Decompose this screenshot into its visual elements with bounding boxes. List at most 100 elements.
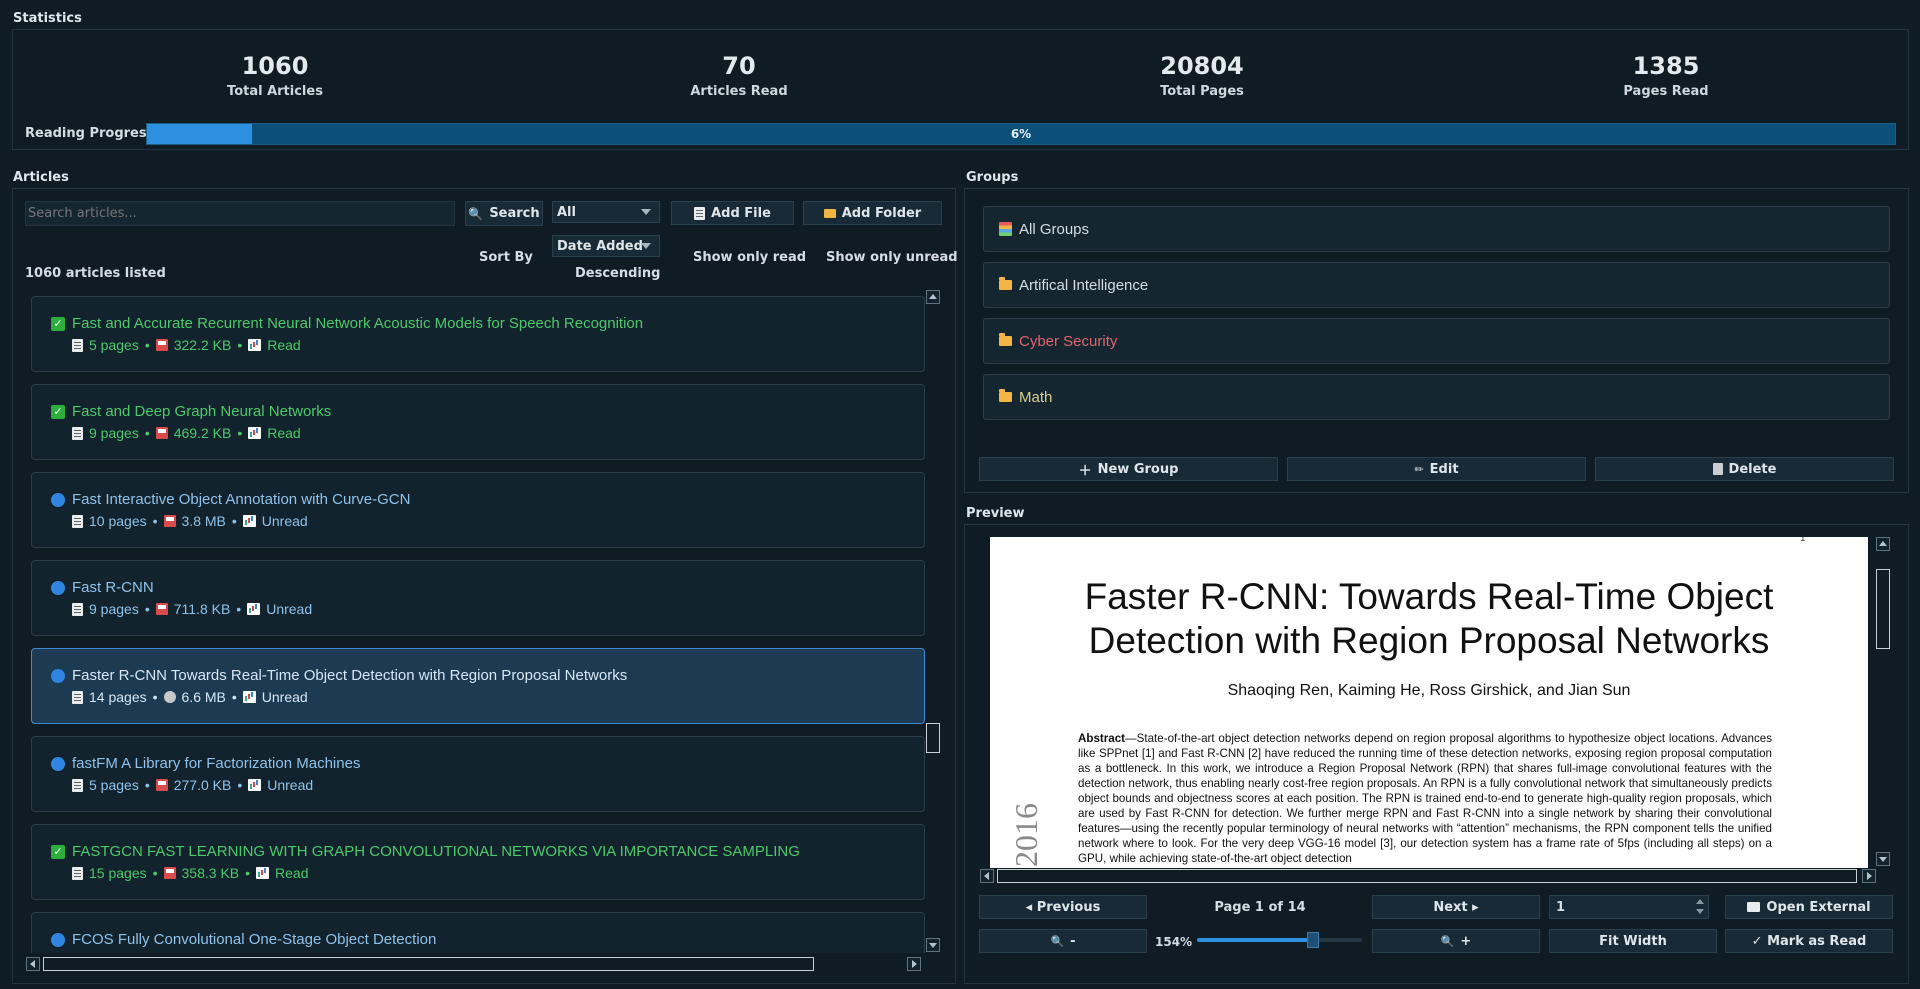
magnifier-icon: 🔍 bbox=[1050, 934, 1065, 948]
open-external-button[interactable]: Open External bbox=[1725, 895, 1893, 919]
pdf-abstract-text: —State-of-the-art object detection netwo… bbox=[1078, 732, 1772, 865]
list-item[interactable]: ✓ Fast and Deep Graph Neural Networks 9 … bbox=[31, 384, 925, 460]
zoom-slider[interactable] bbox=[1197, 932, 1362, 948]
scroll-up-arrow-icon[interactable] bbox=[926, 290, 940, 304]
zoom-in-button[interactable]: 🔍 + bbox=[1372, 929, 1540, 953]
group-item-artifical-intelligence[interactable]: Artifical Intelligence bbox=[983, 262, 1890, 308]
scroll-left-arrow-icon[interactable] bbox=[26, 957, 40, 971]
article-size: 358.3 KB bbox=[181, 865, 240, 881]
add-file-label: Add File bbox=[711, 205, 771, 221]
filter-select[interactable]: All bbox=[552, 201, 660, 223]
add-file-button[interactable]: Add File bbox=[671, 201, 794, 225]
scroll-left-arrow-icon[interactable] bbox=[980, 869, 994, 883]
article-size: 6.6 MB bbox=[181, 689, 226, 705]
open-external-label: Open External bbox=[1766, 899, 1871, 915]
page-icon bbox=[72, 426, 83, 440]
scroll-down-arrow-icon[interactable] bbox=[926, 938, 940, 952]
search-input[interactable] bbox=[25, 201, 455, 226]
stat-articles-read: 70 Articles Read bbox=[629, 52, 849, 99]
list-item[interactable]: Fast R-CNN 9 pages • 711.8 KB • Unread bbox=[31, 560, 925, 636]
article-title: fastFM A Library for Factorization Machi… bbox=[72, 755, 361, 772]
disk-icon bbox=[155, 603, 168, 615]
group-item-all-groups[interactable]: All Groups bbox=[983, 206, 1890, 252]
articles-count: 1060 articles listed bbox=[25, 266, 166, 281]
article-meta: 5 pages • 322.2 KB • Read bbox=[72, 337, 301, 353]
stepper-up-icon[interactable] bbox=[1696, 899, 1704, 904]
article-size: 322.2 KB bbox=[173, 337, 232, 353]
zoom-slider-handle[interactable] bbox=[1306, 932, 1319, 948]
stat-total-pages-label: Total Pages bbox=[1160, 84, 1244, 99]
sort-select[interactable]: Date Added bbox=[552, 235, 660, 257]
article-title: Fast and Accurate Recurrent Neural Netwo… bbox=[72, 315, 644, 332]
article-pages: 5 pages bbox=[89, 777, 139, 793]
article-list-hscrollbar[interactable] bbox=[26, 956, 926, 972]
article-meta: 10 pages • 3.8 MB • Unread bbox=[72, 513, 308, 529]
preview-title: Preview bbox=[966, 506, 1025, 521]
page-number-stepper[interactable]: 1 bbox=[1549, 895, 1709, 919]
article-status: Read bbox=[275, 865, 309, 881]
reading-progress-text: 6% bbox=[1010, 127, 1032, 141]
group-item-cyber-security[interactable]: Cyber Security bbox=[983, 318, 1890, 364]
page-icon bbox=[72, 514, 83, 528]
stat-pages-read-label: Pages Read bbox=[1623, 84, 1709, 99]
pdf-page-view[interactable]: 1 Faster R-CNN: Towards Real-Time Object… bbox=[990, 537, 1868, 868]
new-group-button[interactable]: ＋ New Group bbox=[979, 457, 1278, 481]
scroll-up-arrow-icon[interactable] bbox=[1876, 537, 1890, 551]
group-label: Cyber Security bbox=[1019, 333, 1118, 350]
previous-page-button[interactable]: ◂ Previous bbox=[979, 895, 1147, 919]
add-folder-button[interactable]: Add Folder bbox=[803, 201, 942, 225]
file-icon bbox=[694, 206, 706, 220]
search-button-label: Search bbox=[489, 206, 540, 221]
preview-hscrollbar[interactable] bbox=[979, 868, 1879, 884]
zoom-out-button[interactable]: 🔍 - bbox=[979, 929, 1147, 953]
pdf-authors: Shaoqing Ren, Kaiming He, Ross Girshick,… bbox=[1227, 682, 1631, 699]
scroll-down-arrow-icon[interactable] bbox=[1876, 852, 1890, 866]
article-meta: 9 pages • 469.2 KB • Read bbox=[72, 425, 301, 441]
list-item-selected[interactable]: Faster R-CNN Towards Real-Time Object De… bbox=[31, 648, 925, 724]
preview-vscroll-thumb[interactable] bbox=[1876, 569, 1890, 649]
list-item[interactable]: ✓ Fast and Accurate Recurrent Neural Net… bbox=[31, 296, 925, 372]
list-item[interactable]: fastFM A Library for Factorization Machi… bbox=[31, 736, 925, 812]
article-status: Read bbox=[267, 337, 301, 353]
article-list-vscrollbar[interactable] bbox=[925, 290, 941, 953]
next-page-button[interactable]: Next ▸ bbox=[1372, 895, 1540, 919]
scroll-right-arrow-icon[interactable] bbox=[1862, 869, 1876, 883]
sort-order-toggle[interactable]: Descending bbox=[575, 266, 660, 281]
article-title: Fast and Deep Graph Neural Networks bbox=[72, 403, 332, 420]
chart-icon bbox=[242, 515, 256, 527]
show-only-unread-toggle[interactable]: Show only unread bbox=[826, 250, 958, 265]
unread-dot-icon bbox=[51, 757, 65, 771]
article-list-hscroll-thumb[interactable] bbox=[43, 957, 814, 971]
unread-dot-icon bbox=[51, 933, 65, 947]
preview-vscrollbar[interactable] bbox=[1875, 537, 1891, 871]
group-item-math[interactable]: Math bbox=[983, 374, 1890, 420]
preview-hscroll-thumb[interactable] bbox=[997, 869, 1857, 883]
chart-icon bbox=[248, 779, 262, 791]
search-input-field[interactable] bbox=[26, 202, 454, 225]
stat-total-articles-label: Total Articles bbox=[227, 84, 323, 99]
checkmark-icon: ✓ bbox=[51, 845, 65, 859]
list-item[interactable]: FCOS Fully Convolutional One-Stage Objec… bbox=[31, 912, 925, 953]
page-icon bbox=[72, 690, 83, 704]
list-item[interactable]: ✓ FASTGCN FAST LEARNING WITH GRAPH CONVO… bbox=[31, 824, 925, 900]
article-size: 469.2 KB bbox=[173, 425, 232, 441]
pdf-side-year: 2016 bbox=[1008, 803, 1044, 867]
article-size: 711.8 KB bbox=[173, 601, 231, 617]
edit-group-button[interactable]: ✏ Edit bbox=[1287, 457, 1586, 481]
delete-group-button[interactable]: Delete bbox=[1595, 457, 1894, 481]
article-meta: 15 pages • 358.3 KB • Read bbox=[72, 865, 309, 881]
show-only-read-toggle[interactable]: Show only read bbox=[693, 250, 806, 265]
checkmark-icon: ✓ bbox=[51, 317, 65, 331]
article-pages: 15 pages bbox=[89, 865, 147, 881]
article-list-vscroll-thumb[interactable] bbox=[926, 723, 940, 753]
stepper-down-icon[interactable] bbox=[1696, 909, 1704, 914]
article-status: Read bbox=[267, 425, 301, 441]
group-label: Math bbox=[1019, 389, 1053, 406]
list-item[interactable]: Fast Interactive Object Annotation with … bbox=[31, 472, 925, 548]
search-button[interactable]: 🔍 Search bbox=[465, 201, 543, 226]
pencil-icon: ✏ bbox=[1414, 462, 1424, 476]
fit-width-button[interactable]: Fit Width bbox=[1549, 929, 1717, 953]
page-icon bbox=[72, 778, 83, 792]
scroll-right-arrow-icon[interactable] bbox=[907, 957, 921, 971]
mark-as-read-button[interactable]: ✓ Mark as Read bbox=[1725, 929, 1893, 953]
